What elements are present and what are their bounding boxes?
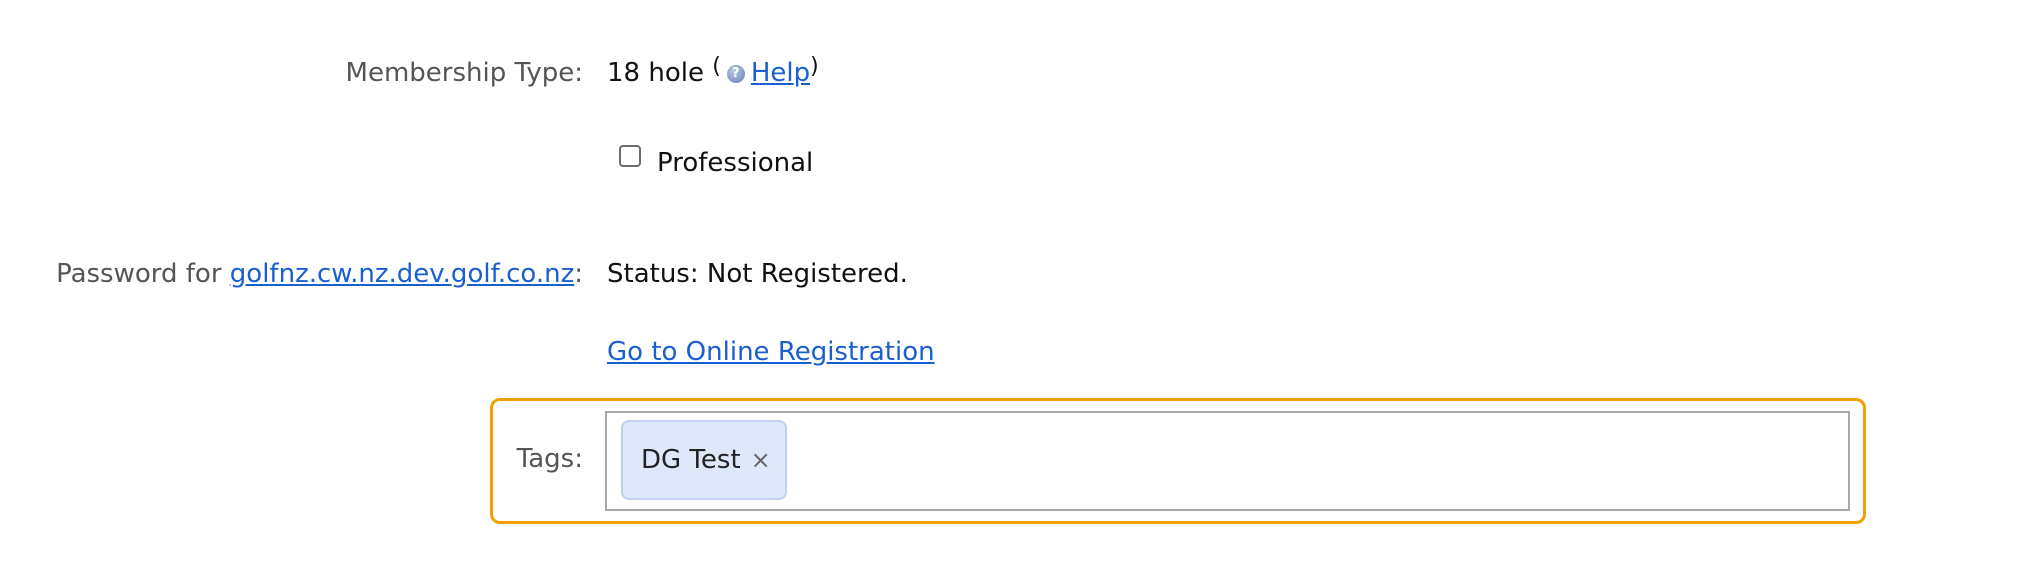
tag-chip-label: DG Test — [641, 445, 741, 475]
membership-type-value-row: 18 hole (? Help) — [607, 54, 819, 88]
help-circle-icon: ? — [726, 65, 745, 83]
password-label: Password for golfnz.cw.nz.dev.golf.co.nz… — [56, 259, 583, 289]
professional-checkbox[interactable] — [619, 145, 641, 167]
online-registration-row: Go to Online Registration — [607, 337, 935, 367]
password-label-suffix: : — [574, 259, 583, 289]
registration-status: Status: Not Registered. — [607, 259, 908, 289]
help-link[interactable]: Help — [751, 58, 810, 88]
tags-label: Tags: — [516, 444, 583, 474]
professional-label: Professional — [657, 148, 814, 178]
tags-input[interactable]: DG Test × — [605, 411, 1850, 511]
tag-chip[interactable]: DG Test × — [621, 420, 787, 500]
password-label-prefix: Password for — [56, 259, 230, 289]
membership-type-value: 18 hole — [607, 58, 704, 88]
help-paren-close: ) — [810, 54, 819, 79]
membership-type-label: Membership Type: — [345, 58, 583, 88]
online-registration-link[interactable]: Go to Online Registration — [607, 337, 935, 367]
close-icon[interactable]: × — [751, 446, 771, 474]
help-paren-open: ( — [712, 54, 721, 79]
domain-link[interactable]: golfnz.cw.nz.dev.golf.co.nz — [230, 259, 574, 289]
